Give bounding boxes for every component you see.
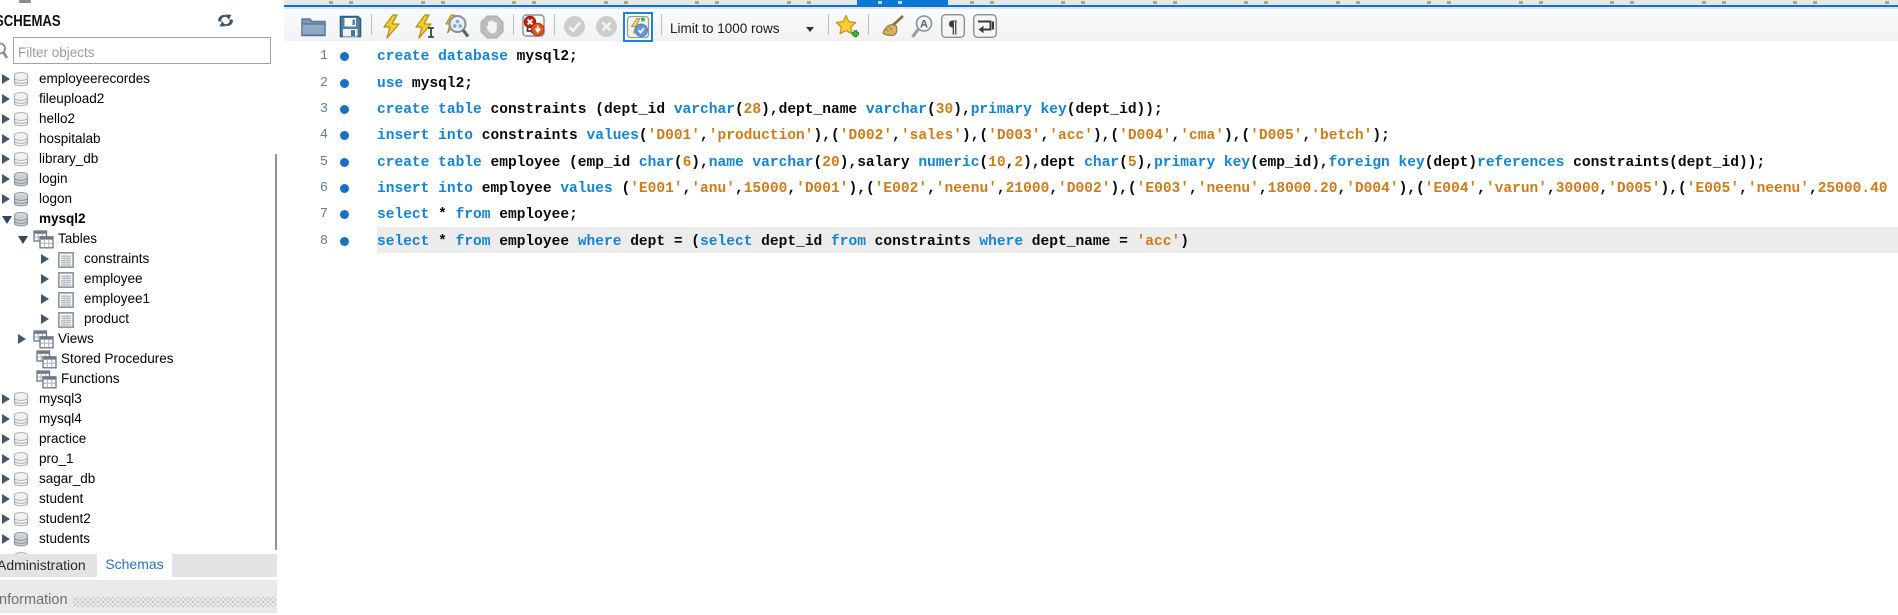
svg-text:A: A [920, 19, 928, 31]
svg-text:¶: ¶ [948, 17, 958, 37]
